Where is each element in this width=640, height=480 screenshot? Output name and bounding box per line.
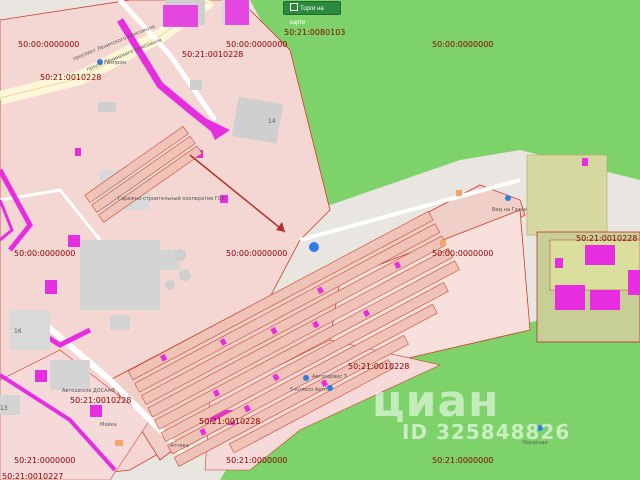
map-view[interactable]: Торги на карте 50:00:0000000 50:21:00801…	[0, 0, 640, 480]
cadastral-label: 50:21:0000000	[14, 456, 76, 465]
cadastral-label: 50:21:0010228	[182, 50, 244, 59]
house-number: 14	[268, 118, 276, 125]
building	[50, 360, 90, 390]
cadastral-label: 50:21:0010228	[199, 417, 261, 426]
map-auction-button[interactable]: Торги на карте	[283, 1, 341, 26]
poi-label: Автосервис Т	[312, 374, 347, 380]
poi-label: Мойка	[100, 422, 117, 428]
building	[98, 102, 116, 112]
poi-label: Вид на Газон	[492, 207, 527, 213]
poi-label: Автошкола ДОСААФ	[62, 388, 116, 394]
tank	[179, 269, 191, 281]
poi-label: Гаражно-строительный кооператив ГСК	[118, 196, 225, 202]
marked-building	[90, 405, 102, 417]
marked-building	[75, 148, 81, 156]
marked-building	[590, 290, 620, 310]
marked-building	[225, 0, 249, 25]
cadastral-label: 50:21:0010228	[576, 234, 638, 243]
tank	[174, 249, 186, 261]
marked-building	[555, 285, 585, 310]
marked-building	[555, 258, 563, 268]
poi-label: Аптека	[170, 443, 189, 449]
poi-label: Газпром	[104, 60, 127, 66]
marked-building	[163, 5, 198, 27]
building	[190, 80, 202, 90]
cadastral-label: 50:00:0000000	[14, 249, 76, 258]
marked-building	[628, 270, 640, 295]
cadastral-label: 50:00:0000000	[18, 40, 80, 49]
cadastral-label: 50:00:0000000	[226, 40, 288, 49]
small-building	[440, 240, 446, 246]
small-building	[115, 440, 123, 446]
cadastral-label: 50:21:0010227	[2, 472, 64, 480]
small-building	[456, 190, 462, 196]
poi-icon	[505, 195, 511, 201]
watermark-id: ID 325848826	[402, 420, 571, 444]
cadastral-label: 50:21:0010228	[348, 362, 410, 371]
field-area	[526, 154, 608, 236]
cadastral-label: 50:21:0010228	[40, 73, 102, 82]
poi-icon	[327, 385, 333, 391]
marked-building	[35, 370, 47, 382]
grid-icon	[290, 3, 298, 11]
marked-building	[582, 158, 588, 166]
tank	[165, 280, 175, 290]
map-canvas[interactable]	[0, 0, 640, 480]
cadastral-label: 50:00:0000000	[432, 249, 494, 258]
cadastral-label: 50:21:0000000	[432, 456, 494, 465]
building	[80, 240, 160, 310]
cadastral-label: 50:21:0000000	[226, 456, 288, 465]
house-number: 16	[14, 328, 22, 335]
cadastral-label: 50:21:0010228	[70, 396, 132, 405]
cadastral-label: 50:21:0080103	[284, 28, 346, 37]
poi-label: 5-колесо Авто	[290, 387, 328, 393]
location-pin	[309, 242, 319, 252]
house-number: 13	[0, 405, 8, 412]
cadastral-label: 50:00:0000000	[226, 249, 288, 258]
cadastral-label: 50:00:0000000	[432, 40, 494, 49]
poi-icon	[303, 375, 309, 381]
marked-building	[45, 280, 57, 294]
marked-building	[68, 235, 80, 247]
marked-building	[585, 245, 615, 265]
building	[110, 315, 130, 330]
